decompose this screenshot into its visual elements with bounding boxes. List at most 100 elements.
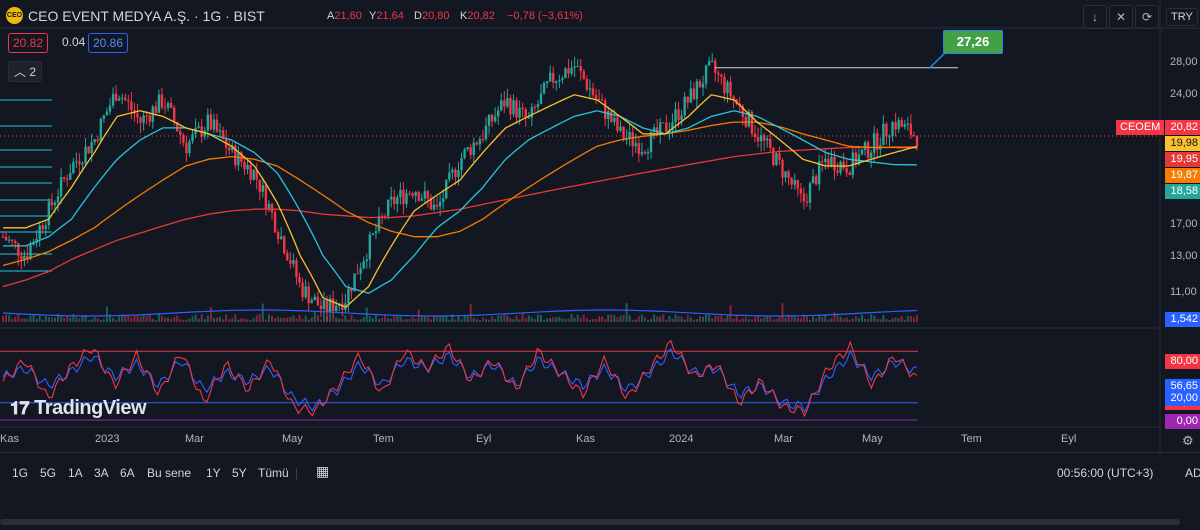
volume-bar (23, 318, 26, 322)
indicators-toggle[interactable]: ︿ 2 (8, 61, 43, 82)
volume-bar (197, 318, 200, 322)
candle-body (472, 142, 475, 155)
rsi-upper-tag: 80,00 (1165, 354, 1200, 369)
horizontal-scrollbar[interactable] (0, 519, 1180, 525)
volume-bar (781, 303, 784, 322)
volume-bar (118, 316, 121, 322)
arrow-down-icon[interactable]: ↓ (1083, 5, 1107, 29)
time-axis-label: Mar (185, 433, 204, 445)
volume-bar (750, 319, 753, 322)
volume-bar (105, 306, 108, 322)
candle-body (206, 114, 210, 131)
volume-bar (714, 315, 717, 322)
volume-bar (69, 317, 72, 322)
volume-bar (399, 316, 402, 322)
volume-bar (411, 317, 414, 322)
settings-icon[interactable]: ⚙ (1182, 433, 1194, 449)
volume-bar (170, 319, 173, 322)
volume-bar (267, 314, 270, 322)
volume-bar (231, 318, 234, 322)
symbol-title[interactable]: CEO EVENT MEDYA A.Ş. · 1G · BIST (28, 8, 265, 24)
close-icon[interactable]: ✕ (1109, 5, 1133, 29)
candle-body (729, 81, 732, 97)
volume-bar (160, 315, 163, 322)
range-1m-button[interactable]: 1A (68, 466, 83, 480)
volume-bar (595, 318, 598, 322)
volume-bar (78, 318, 81, 322)
volume-bar (167, 317, 170, 322)
range-6m-button[interactable]: 6A (120, 466, 135, 480)
watermark-text: TradingView (34, 397, 147, 419)
price-chart-svg[interactable] (0, 0, 1200, 529)
volume-bar (916, 315, 918, 322)
range-all-button[interactable]: Tümü (258, 466, 289, 480)
range-1y-button[interactable]: 1Y (206, 466, 221, 480)
volume-bar (854, 316, 857, 322)
ohlc-open: A21,60 (327, 10, 362, 22)
currency-selector[interactable]: TRY (1166, 8, 1198, 26)
candle-body (530, 107, 534, 118)
volume-bar (738, 319, 741, 322)
ma-fast-tag: 19,98 (1165, 136, 1200, 151)
candle-body (487, 114, 491, 126)
high-value: 21,64 (376, 10, 404, 22)
range-1d-button[interactable]: 1G (12, 466, 28, 480)
volume-bar (17, 314, 20, 322)
volume-bar (35, 318, 38, 322)
volume-bar (405, 319, 408, 322)
volume-bar (686, 315, 689, 322)
volume-bar (711, 318, 714, 322)
volume-bar (249, 319, 252, 322)
range-5y-button[interactable]: 5Y (232, 466, 247, 480)
refresh-icon[interactable]: ⟳ (1135, 5, 1159, 29)
candle-body (897, 120, 900, 130)
volume-bar (705, 314, 708, 322)
sell-price-button[interactable]: 20.82 (8, 33, 49, 53)
buy-price-button[interactable]: 20.86 (88, 33, 129, 53)
candle-body (169, 103, 173, 108)
candle-body (564, 68, 567, 79)
volume-bar (277, 316, 280, 322)
volume-bar (390, 318, 393, 322)
range-3m-button[interactable]: 3A (94, 466, 109, 480)
candle-body (319, 305, 323, 309)
candle-body (888, 136, 891, 138)
volume-bar (640, 314, 643, 322)
candle-body (386, 199, 390, 217)
candle-body (295, 260, 298, 278)
candle-body (527, 117, 530, 119)
candle-body (579, 66, 582, 72)
calendar-range-icon[interactable]: ▦ (316, 463, 329, 480)
volume-bar (634, 319, 637, 322)
candle-body (362, 261, 365, 269)
volume-bar (582, 314, 585, 322)
candle-body (417, 192, 420, 201)
volume-bar (659, 316, 662, 322)
open-value: 21,60 (334, 10, 362, 22)
volume-bar (833, 312, 836, 322)
volume-bar (90, 319, 93, 322)
price-annotation[interactable]: 27,26 (943, 30, 1003, 54)
volume-bar (646, 319, 649, 322)
range-ytd-button[interactable]: Bu sene (147, 466, 191, 480)
candle-body (873, 133, 876, 153)
volume-bar (695, 319, 698, 322)
volume-bar (619, 315, 622, 322)
candle-body (594, 95, 598, 99)
candle-body (10, 239, 14, 241)
candle-body (197, 126, 200, 128)
candle-body (78, 161, 81, 165)
volume-bar (377, 318, 380, 322)
volume-bar (215, 317, 218, 322)
volume-bar (616, 317, 619, 322)
volume-bar (891, 318, 894, 322)
range-5d-button[interactable]: 5G (40, 466, 56, 480)
adjustment-toggle[interactable]: AD (1185, 466, 1200, 480)
candle-body (44, 225, 47, 230)
candle-body (683, 96, 686, 116)
volume-bar (604, 319, 607, 322)
candle-body (710, 60, 714, 62)
volume-bar (179, 319, 182, 322)
clock-timezone[interactable]: 00:56:00 (UTC+3) (1057, 466, 1153, 480)
volume-bar (585, 318, 588, 322)
